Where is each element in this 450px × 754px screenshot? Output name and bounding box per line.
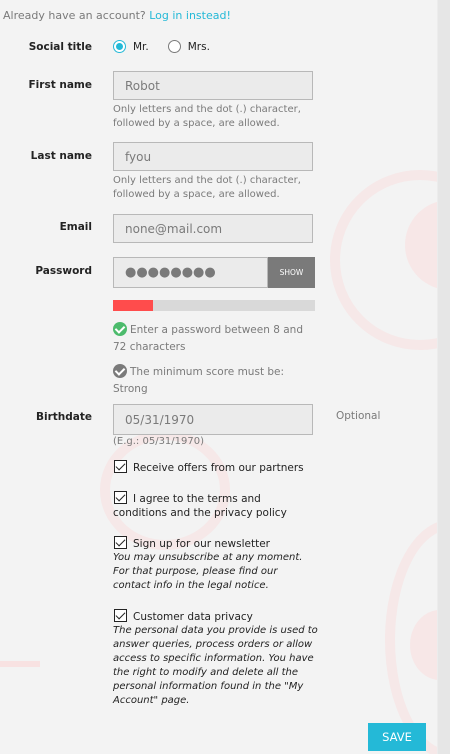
page-scrollbar[interactable] (437, 0, 450, 754)
background-decoration (0, 661, 40, 667)
radio-mrs[interactable] (167, 40, 181, 53)
newsletter-note: You may unsubscribe at any moment. For t… (113, 552, 303, 591)
radio-mrs-label: Mrs. (187, 40, 210, 53)
checkbox-terms[interactable]: I agree to the terms and conditions and … (113, 491, 318, 520)
password-requirement-score-text: The minimum score must be: Strong (113, 366, 285, 395)
checkbox-data-privacy-label: Customer data privacy (133, 611, 253, 623)
checkbox-data-privacy[interactable]: Customer data privacy The personal data … (113, 609, 318, 708)
password-strength-meter (113, 300, 315, 311)
social-title-radio-group: Mr. Mrs. (113, 40, 229, 53)
social-title-label: Social title (28, 41, 92, 53)
login-prompt: Already have an account? Log in instead! (3, 9, 231, 22)
password-requirement-score: The minimum score must be: Strong (113, 364, 318, 398)
show-password-button[interactable]: SHOW (268, 257, 315, 288)
birthdate-help: (E.g.: 05/31/1970) (113, 436, 205, 447)
password-strength-fill (113, 300, 154, 311)
birthdate-label: Birthdate (35, 411, 92, 423)
checkbox-partner-offers[interactable]: Receive offers from our partners (113, 460, 323, 475)
password-requirement-length-text: Enter a password between 8 and 72 charac… (113, 324, 303, 353)
email-input[interactable]: none@mail.com (113, 214, 313, 243)
first-name-value: Robot (125, 78, 160, 93)
last-name-label: Last name (30, 150, 92, 162)
checkbox-newsletter[interactable]: Sign up for our newsletter You may unsub… (113, 536, 318, 593)
birthdate-value: 05/31/1970 (125, 412, 195, 427)
checkbox-partner-offers-label: Receive offers from our partners (133, 462, 304, 474)
radio-option-mrs[interactable]: Mrs. (167, 40, 210, 53)
checkbox-partner-offers-box[interactable] (114, 460, 127, 473)
login-link[interactable]: Log in instead! (149, 9, 231, 22)
password-requirement-length: Enter a password between 8 and 72 charac… (113, 322, 318, 356)
first-name-help: Only letters and the dot (.) character, … (113, 104, 301, 129)
password-label: Password (35, 265, 92, 277)
birthdate-optional-hint: Optional (336, 410, 381, 422)
first-name-label: First name (28, 79, 93, 91)
checkbox-data-privacy-box[interactable] (114, 609, 127, 622)
password-input[interactable]: ●●●●●●●● (113, 257, 268, 288)
checkbox-newsletter-label: Sign up for our newsletter (133, 538, 270, 550)
radio-mr[interactable] (113, 40, 126, 53)
birthdate-input[interactable]: 05/31/1970 (113, 404, 313, 435)
last-name-help: Only letters and the dot (.) character, … (113, 175, 301, 200)
background-decoration (330, 170, 450, 350)
last-name-value: fyou (125, 149, 152, 164)
radio-mr-label: Mr. (133, 40, 149, 53)
check-circle-grey-icon (113, 364, 127, 378)
data-privacy-note: The personal data you provide is used to… (113, 625, 318, 706)
email-label: Email (59, 221, 92, 233)
save-button[interactable]: SAVE (368, 723, 426, 751)
email-value: none@mail.com (125, 221, 223, 236)
first-name-input[interactable]: Robot (113, 71, 313, 100)
radio-option-mr[interactable]: Mr. (113, 40, 149, 53)
password-masked-value: ●●●●●●●● (125, 265, 216, 280)
checkbox-terms-label: I agree to the terms and conditions and … (113, 493, 287, 519)
check-circle-green-icon (113, 322, 127, 336)
registration-form-page: Already have an account? Log in instead!… (0, 0, 450, 754)
checkbox-terms-box[interactable] (114, 491, 127, 504)
last-name-input[interactable]: fyou (113, 142, 313, 171)
checkbox-newsletter-box[interactable] (114, 536, 127, 549)
login-prompt-text: Already have an account? (3, 9, 146, 22)
